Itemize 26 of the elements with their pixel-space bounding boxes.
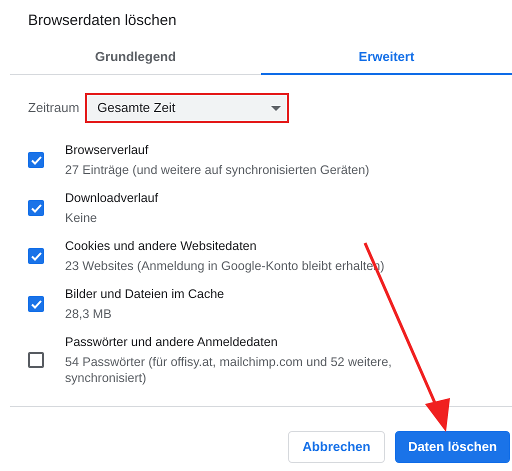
tab[interactable]: Erweitert: [261, 40, 512, 75]
item-title: Bilder und Dateien im Cache: [65, 286, 226, 302]
checkbox[interactable]: [28, 352, 44, 368]
checkbox[interactable]: [28, 152, 44, 168]
tab[interactable]: Grundlegend: [10, 40, 261, 75]
checkbox[interactable]: [28, 200, 44, 216]
time-range-dropdown[interactable]: Gesamte Zeit: [85, 93, 290, 123]
item-title: Downloadverlauf: [65, 190, 160, 206]
check-icon: [30, 204, 42, 212]
dialog-title: Browserdaten löschen: [28, 11, 176, 31]
checkbox[interactable]: [28, 296, 44, 312]
item-detail: 27 Einträge (und weitere auf synchronisierten Geräten): [65, 162, 370, 178]
caret-icon: [271, 106, 282, 110]
check-icon: [30, 252, 42, 260]
cancel-button[interactable]: Abbrechen: [288, 431, 385, 463]
item-title: Browserverlauf: [65, 142, 150, 158]
time-range-label: Zeitraum: [28, 99, 80, 118]
item-detail: 54 Passwörter (für offisy.at, mailchimp.com und 52 weitere, synchronisiert): [65, 354, 393, 386]
item-title: Passwörter und andere Anmeldedaten: [65, 334, 279, 350]
checkbox[interactable]: [28, 248, 44, 264]
check-icon: [30, 156, 42, 164]
item-detail: Keine: [65, 210, 98, 226]
item-detail: 28,3 MB: [65, 306, 113, 322]
item-title: Cookies und andere Websitedaten: [65, 238, 258, 254]
delete-data-button[interactable]: Daten löschen: [395, 431, 510, 463]
check-icon: [30, 300, 42, 308]
